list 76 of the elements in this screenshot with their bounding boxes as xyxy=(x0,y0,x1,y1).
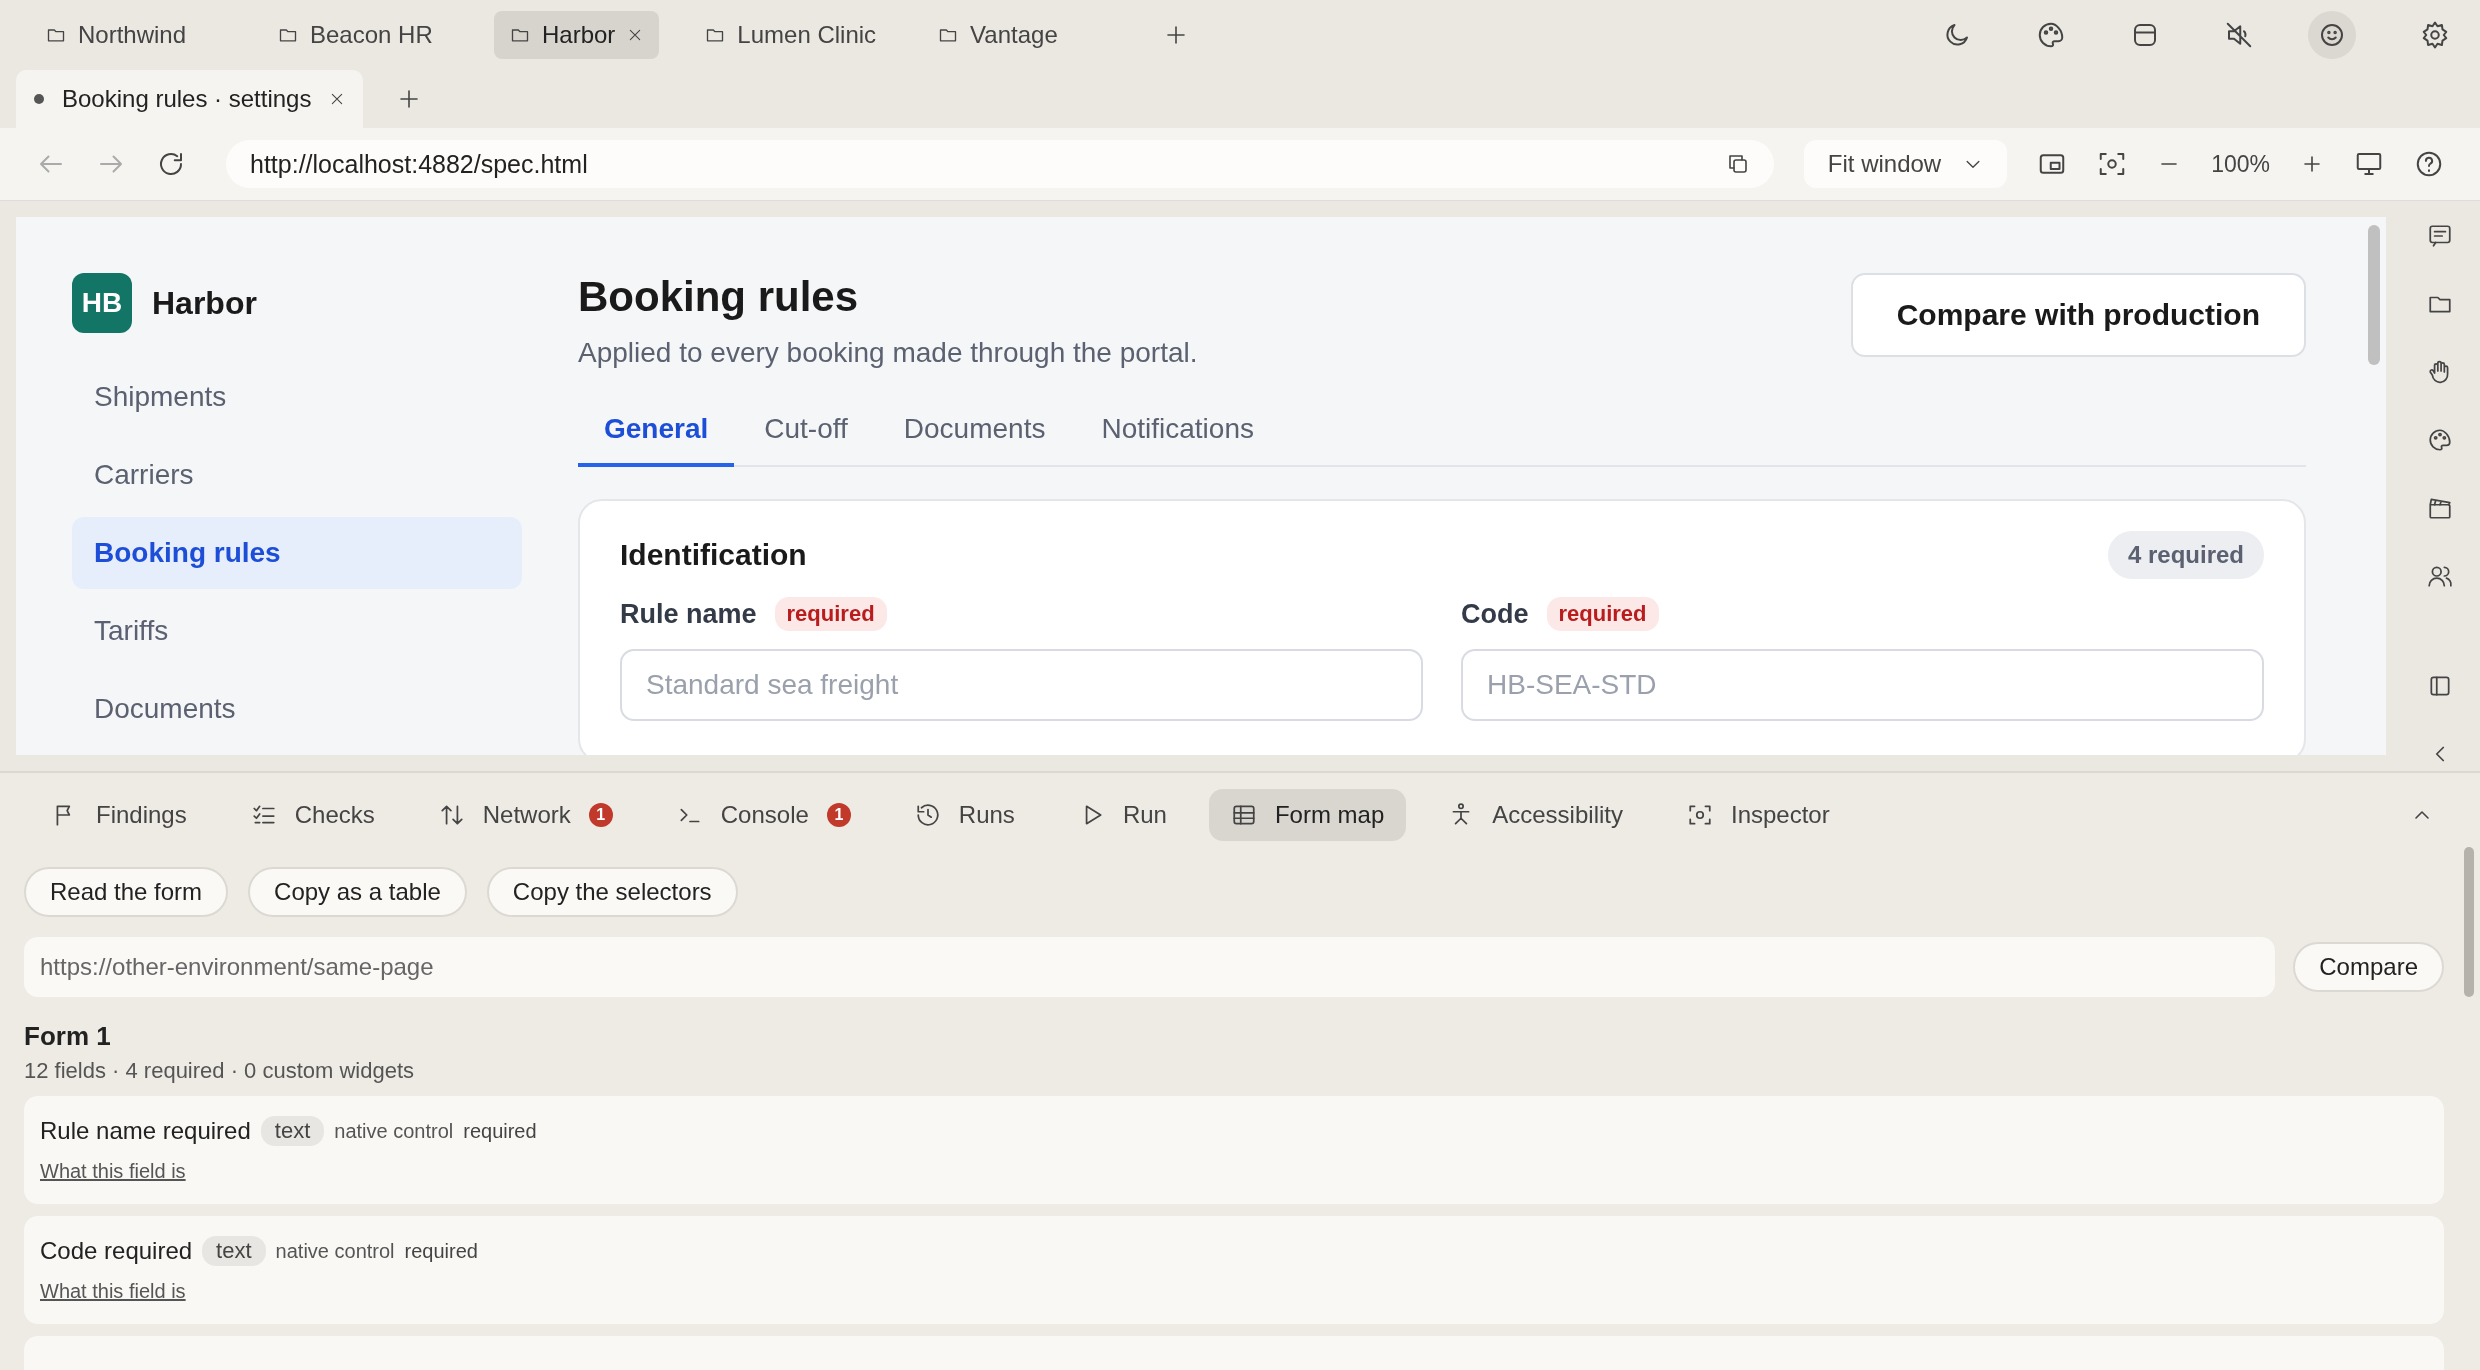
sidebar-icon[interactable] xyxy=(2427,673,2453,699)
help-icon[interactable] xyxy=(2414,149,2444,179)
scrollbar-thumb[interactable] xyxy=(2368,225,2380,365)
workspace-tab[interactable]: Harbor xyxy=(494,11,660,59)
type-tag: text xyxy=(202,1236,266,1266)
input-field[interactable]: HB-SEA-STD xyxy=(1461,649,2264,721)
field-link[interactable]: What this field is xyxy=(40,1160,186,1183)
clapperboard-icon[interactable] xyxy=(2427,495,2453,521)
field-label: Code xyxy=(1461,598,1529,630)
palette-icon[interactable] xyxy=(2036,20,2066,50)
tab[interactable]: Cut-off xyxy=(738,413,874,467)
palette-icon[interactable] xyxy=(2427,427,2453,453)
address-field[interactable]: http://localhost:4882/spec.html xyxy=(226,140,1774,188)
message-icon[interactable] xyxy=(2427,223,2453,249)
devtools-tab[interactable]: Findings xyxy=(30,789,209,841)
field-name: Rule name required xyxy=(40,1117,251,1145)
settings-icon[interactable] xyxy=(2420,20,2450,50)
nav-item[interactable]: Documents xyxy=(72,673,522,745)
devtools-tab[interactable]: Network 1 xyxy=(416,789,635,841)
devtools-tab[interactable]: Runs xyxy=(892,789,1037,841)
compare-button[interactable]: Compare with production xyxy=(1850,273,2306,357)
field-link[interactable]: What this field is xyxy=(40,1280,186,1303)
workspace-tab[interactable]: Lumen Clinic xyxy=(689,11,893,59)
tab[interactable]: Documents xyxy=(877,413,1072,467)
page-title: Booking rules xyxy=(578,273,860,321)
devtools-tab[interactable]: Inspector xyxy=(1664,789,1852,841)
type-tag: text xyxy=(260,1116,325,1146)
tab[interactable]: Notifications xyxy=(1075,413,1280,467)
control-kind: native control xyxy=(275,1239,395,1263)
workspace-tab[interactable]: Vantage xyxy=(922,11,1125,59)
url-field[interactable]: https://other-environment/same-page xyxy=(24,937,2276,997)
brand-name: Harbor xyxy=(152,284,257,322)
nav-item[interactable]: Booking rules xyxy=(72,517,522,589)
action-button[interactable]: Copy as a table xyxy=(248,867,467,917)
tab-icon xyxy=(438,802,465,828)
nav-item[interactable]: Shipments xyxy=(72,361,522,433)
tab-icon xyxy=(914,802,941,828)
devtools-tab[interactable]: Checks xyxy=(228,789,397,841)
count-badge: 1 xyxy=(826,803,851,827)
browser-tab[interactable]: Booking rules · settings xyxy=(16,70,364,128)
form-title: Form 1 xyxy=(24,1021,112,1052)
page-subtitle: Applied to every booking made through the portal. xyxy=(578,337,1198,369)
form-summary: 12 fields · 4 required · 0 custom widgets xyxy=(24,1058,416,1084)
tab-icon xyxy=(1686,802,1713,828)
required-count: 4 required xyxy=(2107,531,2264,579)
input-field[interactable]: Standard sea freight xyxy=(620,649,1423,721)
compare-button[interactable]: Compare xyxy=(2293,942,2444,992)
field-status: required xyxy=(463,1119,537,1143)
smiley-icon[interactable] xyxy=(2308,11,2356,59)
count-badge: 1 xyxy=(588,803,613,827)
action-button[interactable]: Read the form xyxy=(24,867,229,917)
nav-item[interactable]: Carriers xyxy=(72,439,522,511)
tab-icon xyxy=(1230,802,1257,828)
unsaved-dot-icon xyxy=(34,94,44,104)
zoom-level: 100% xyxy=(2211,150,2270,178)
field-status: required xyxy=(404,1239,478,1263)
action-button[interactable]: Copy the selectors xyxy=(486,867,738,917)
fit-dropdown[interactable]: Fit window xyxy=(1803,140,2008,188)
workspace-tab[interactable]: Beacon HR xyxy=(262,11,464,59)
users-icon[interactable] xyxy=(2427,563,2453,589)
muted-speaker-icon[interactable] xyxy=(2224,20,2254,50)
nav-item[interactable]: Tariffs xyxy=(72,595,522,667)
devtools-tab[interactable]: Accessibility xyxy=(1426,789,1645,841)
required-tag: required xyxy=(1546,597,1659,631)
scrollbar-thumb[interactable] xyxy=(2464,847,2474,997)
workspace-tab[interactable]: Northwind xyxy=(30,11,232,59)
tab[interactable]: General xyxy=(578,413,735,467)
required-tag: required xyxy=(774,597,887,631)
devtools-tab[interactable]: Form map xyxy=(1208,789,1407,841)
control-kind: native control xyxy=(334,1119,454,1143)
devtools-tab[interactable]: Console 1 xyxy=(654,789,873,841)
section-title: Identification xyxy=(620,538,807,572)
field-label: Rule name xyxy=(620,598,757,630)
logo-badge: HB xyxy=(72,273,132,333)
field-name: Code required xyxy=(40,1237,193,1265)
devtools-tab[interactable]: Run xyxy=(1056,789,1189,841)
